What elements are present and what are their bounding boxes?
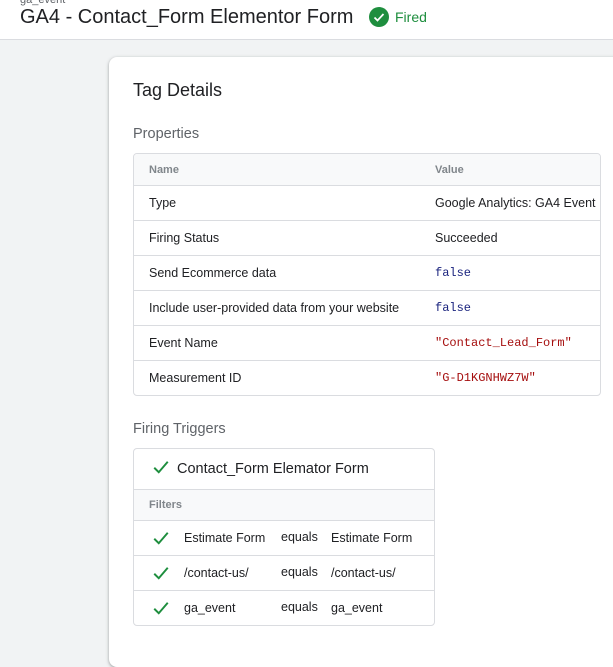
filter-operator: equals [281,564,318,579]
trigger-header[interactable]: Contact_Form Elemator Form [134,449,434,489]
check-icon [134,599,184,617]
firing-triggers-heading: Firing Triggers [133,421,226,437]
filters-label: Filters [134,489,434,520]
property-value: Succeeded [435,231,498,245]
status-text: Fired [395,9,427,25]
table-row: Send Ecommerce data false [134,255,600,290]
check-circle-icon [369,7,389,27]
table-row: Type Google Analytics: GA4 Event [134,185,600,220]
table-row: Event Name "Contact_Lead_Form" [134,325,600,360]
card-title: Tag Details [133,80,223,100]
trigger-card[interactable]: Contact_Form Elemator Form Filters Estim… [133,448,435,626]
filter-value: Estimate Form [331,531,413,545]
filter-row: /contact-us/equals/contact-us/ [134,555,434,590]
table-row: Include user-provided data from your web… [134,290,600,325]
page-title: GA4 - Contact_Form Elementor Form [20,6,354,28]
tag-details-card: Tag Details Properties Name Value Type Go… [109,57,613,667]
filter-row: ga_event equals ga_event [134,590,434,625]
property-value: false [435,301,472,315]
properties-heading: Properties [133,126,200,142]
filter-operator: equals [281,599,318,614]
check-icon [134,564,184,582]
filter-variable: /contact-us/ [184,566,249,580]
property-value: "Contact_Lead_Form" [435,336,572,350]
properties-table: Name Value Type Google Analytics: GA4 Eve… [133,153,601,396]
filter-value: ga_event [331,601,383,615]
status-badge: Fired [369,7,427,27]
property-name: Send Ecommerce data [149,266,277,280]
column-header-name: Name [149,163,179,176]
property-value: false [435,266,472,280]
property-value: "G-D1KGNHWZ7W" [435,371,536,385]
property-name: Include user-provided data from your web… [149,301,400,315]
filter-variable: ga_event [184,601,236,615]
property-value: Google Analytics: GA4 Event [435,196,596,210]
check-icon [152,458,170,480]
filter-operator: equals [281,529,318,544]
check-icon [134,529,184,547]
filter-variable: Estimate Form [184,531,266,545]
table-header: Name Value [134,154,600,185]
trigger-name: Contact_Form Elemator Form [177,461,369,477]
property-name: Type [149,196,177,210]
property-name: Firing Status [149,231,220,245]
filter-row: Estimate Form equals Estimate Form [134,520,434,555]
filter-rows: Estimate Form equals Estimate Form/contact… [134,520,434,625]
filter-value: /contact-us/ [331,566,396,580]
table-row: Firing Status Succeeded [134,220,600,255]
column-header-value: Value [435,163,464,176]
properties-rows: Type Google Analytics: GA4 Event Firing St… [134,185,600,395]
tag-header: ga_event GA4 - Contact_Form Elementor Fo… [0,0,613,40]
table-row: Measurement ID "G-D1KGNHWZ7W" [134,360,600,395]
property-name: Measurement ID [149,371,242,385]
property-name: Event Name [149,336,218,350]
